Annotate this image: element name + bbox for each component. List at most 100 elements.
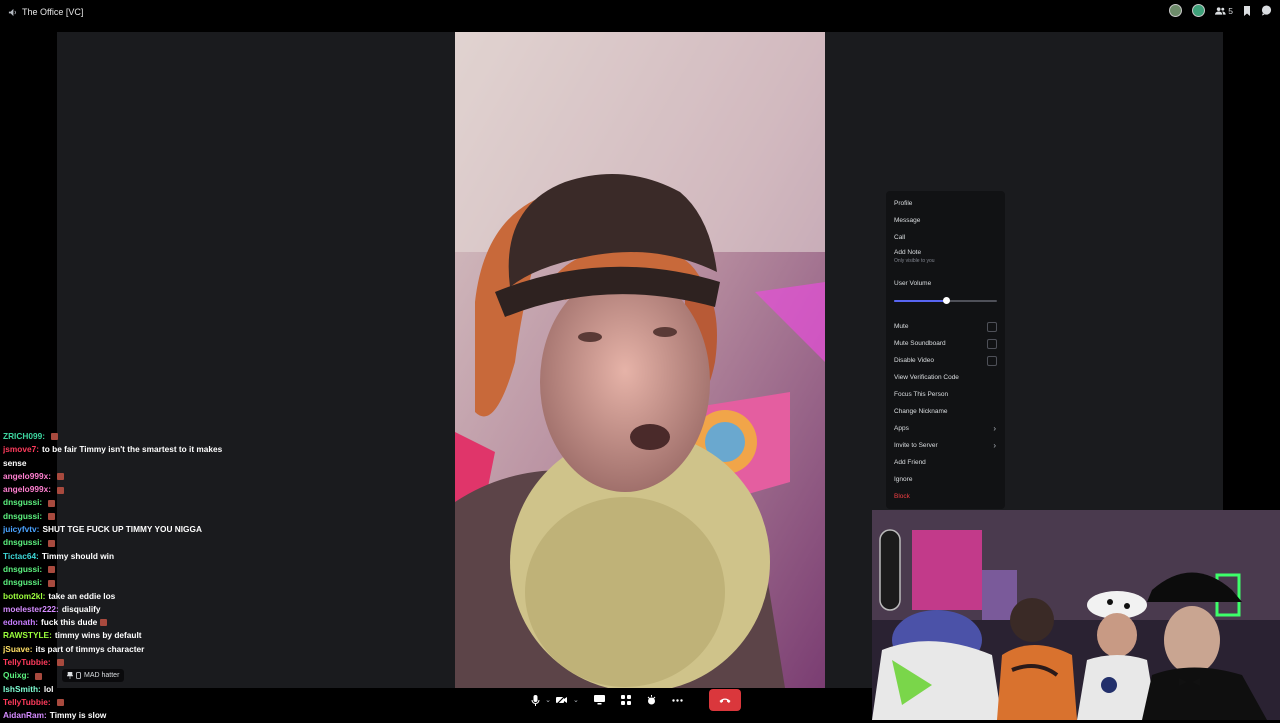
chat-username: dnsgussi:	[3, 497, 43, 508]
bookmark-icon[interactable]	[1243, 5, 1251, 16]
channel-title: The Office [VC]	[22, 7, 84, 17]
menu-item-label: Disable Video	[894, 357, 934, 364]
menu-item-label: Invite to Server	[894, 442, 938, 449]
chat-username: jSuave:	[3, 643, 33, 654]
emote-icon	[48, 539, 56, 547]
slider-handle[interactable]	[942, 297, 950, 304]
streamer-webcam	[872, 510, 1280, 720]
emote-icon	[50, 433, 58, 441]
chat-message: angelo999x:	[3, 470, 243, 483]
checkbox[interactable]	[987, 338, 997, 349]
menu-item-disable-video[interactable]: Disable Video	[886, 352, 1005, 369]
chat-message: dnsgussi:	[3, 496, 243, 509]
chat-message: TellyTubbie:	[3, 656, 243, 669]
checkbox[interactable]	[987, 321, 997, 332]
member-count-button[interactable]: 5	[1215, 6, 1233, 16]
chat-username: edonath:	[3, 617, 39, 628]
end-call-button[interactable]	[708, 689, 741, 711]
camera-off-icon	[556, 695, 567, 705]
chat-username: dnsgussi:	[3, 577, 43, 588]
emote-icon	[35, 672, 43, 680]
chat-text: Timmy is slow	[49, 710, 107, 721]
chat-username: ZRICH099:	[3, 431, 45, 441]
chevron-down-icon[interactable]: ⌄	[545, 696, 551, 704]
menu-item-profile[interactable]: Profile	[886, 195, 1005, 212]
menu-item-mute-soundboard[interactable]: Mute Soundboard	[886, 335, 1005, 352]
screen-share-button[interactable]	[589, 690, 611, 710]
menu-item-label: Mute	[894, 323, 909, 330]
menu-item-label: Call	[894, 234, 906, 241]
more-button[interactable]	[667, 690, 689, 710]
title-bar: The Office [VC] 5	[0, 0, 1280, 24]
menu-item-message[interactable]: Message	[886, 212, 1005, 229]
menu-item-focus-this-person[interactable]: Focus This Person	[886, 386, 1005, 403]
chat-text: its part of timmys character	[35, 643, 145, 654]
menu-item-ignore[interactable]: Ignore	[886, 471, 1005, 488]
chat-text: take an eddie los	[48, 590, 116, 601]
chat-message: dnsgussi:	[3, 510, 243, 523]
menu-item-label: Apps	[894, 425, 909, 432]
emote-icon	[100, 619, 108, 627]
slider-fill	[894, 300, 946, 302]
chat-message: jsmove7: to be fair Timmy isn't the smart…	[3, 443, 243, 456]
menu-item-apps[interactable]: Apps ›	[886, 420, 1005, 437]
chat-text: sense	[3, 457, 27, 468]
chat-message: jSuave: its part of timmys character	[3, 643, 243, 656]
menu-item-label: Block	[894, 493, 910, 500]
menu-item-add-note[interactable]: Add Note Only visible to you	[886, 246, 1005, 273]
menu-item-add-friend[interactable]: Add Friend	[886, 454, 1005, 471]
chat-username: bottom2kl:	[3, 590, 46, 601]
channel-header: The Office [VC]	[0, 7, 83, 17]
pin-icon	[67, 672, 73, 679]
volume-label: User Volume	[886, 275, 1005, 292]
menu-item-call[interactable]: Call	[886, 229, 1005, 246]
menu-item-label: Add Note	[894, 249, 922, 256]
activities-button[interactable]	[615, 690, 637, 710]
chat-icon[interactable]	[1261, 5, 1272, 16]
menu-item-block[interactable]: Block	[886, 488, 1005, 505]
chat-username: TellyTubbie:	[3, 696, 51, 707]
chat-message: edonath: fuck this dude	[3, 616, 243, 629]
call-controls: ⌄ ⌄	[530, 688, 742, 712]
participant-avatar[interactable]	[1192, 4, 1206, 17]
chat-message: AidanRam: Timmy is slow	[3, 709, 243, 722]
chat-message: bottom2kl: take an eddie los	[3, 590, 243, 603]
user-volume-slider[interactable]	[886, 292, 1005, 314]
menu-item-label: View Verification Code	[894, 374, 959, 381]
chat-text: lol	[43, 683, 54, 694]
menu-item-mute[interactable]: Mute	[886, 318, 1005, 335]
soundboard-button[interactable]	[641, 690, 663, 710]
checkbox[interactable]	[987, 355, 997, 366]
chat-username: angelo999x:	[3, 470, 51, 481]
menu-item-invite-to-server[interactable]: Invite to Server ›	[886, 437, 1005, 454]
chevron-down-icon[interactable]: ⌄	[573, 696, 579, 704]
chat-message: juicyfvtv: SHUT TGE FUCK UP TIMMY YOU NIG…	[3, 523, 243, 536]
chat-text: Timmy should win	[41, 550, 115, 561]
chat-username: AidanRam:	[3, 710, 47, 721]
chat-message: Tictac64: Timmy should win	[3, 550, 243, 563]
emote-icon	[56, 486, 64, 494]
more-icon	[672, 698, 684, 702]
menu-item-view-verification-code[interactable]: View Verification Code	[886, 369, 1005, 386]
chat-message: dnsgussi:	[3, 576, 243, 589]
chat-username: moelester222:	[3, 603, 59, 614]
participant-name: MAD hatter	[84, 672, 120, 679]
chat-username: dnsgussi:	[3, 510, 43, 521]
end-call-icon	[719, 698, 731, 703]
menu-item-label: Add Friend	[894, 459, 926, 466]
camera-button[interactable]: ⌄	[556, 690, 579, 710]
emote-icon	[56, 699, 64, 707]
chat-username: juicyfvtv:	[3, 524, 40, 535]
menu-item-change-nickname[interactable]: Change Nickname	[886, 403, 1005, 420]
chat-text: SHUT TGE FUCK UP TIMMY YOU NIGGA	[42, 524, 202, 535]
chat-text: disqualify	[61, 603, 101, 614]
chat-message: dnsgussi:	[3, 563, 243, 576]
mic-button[interactable]: ⌄	[530, 690, 552, 710]
chat-message: dnsgussi:	[3, 536, 243, 549]
activities-icon	[620, 695, 631, 705]
chat-username: Quixg:	[3, 670, 30, 681]
participant-avatar[interactable]	[1169, 4, 1183, 17]
slider-track[interactable]	[894, 297, 997, 304]
chat-text: timmy wins by default	[54, 630, 142, 641]
video-tile-main[interactable]	[455, 32, 825, 688]
